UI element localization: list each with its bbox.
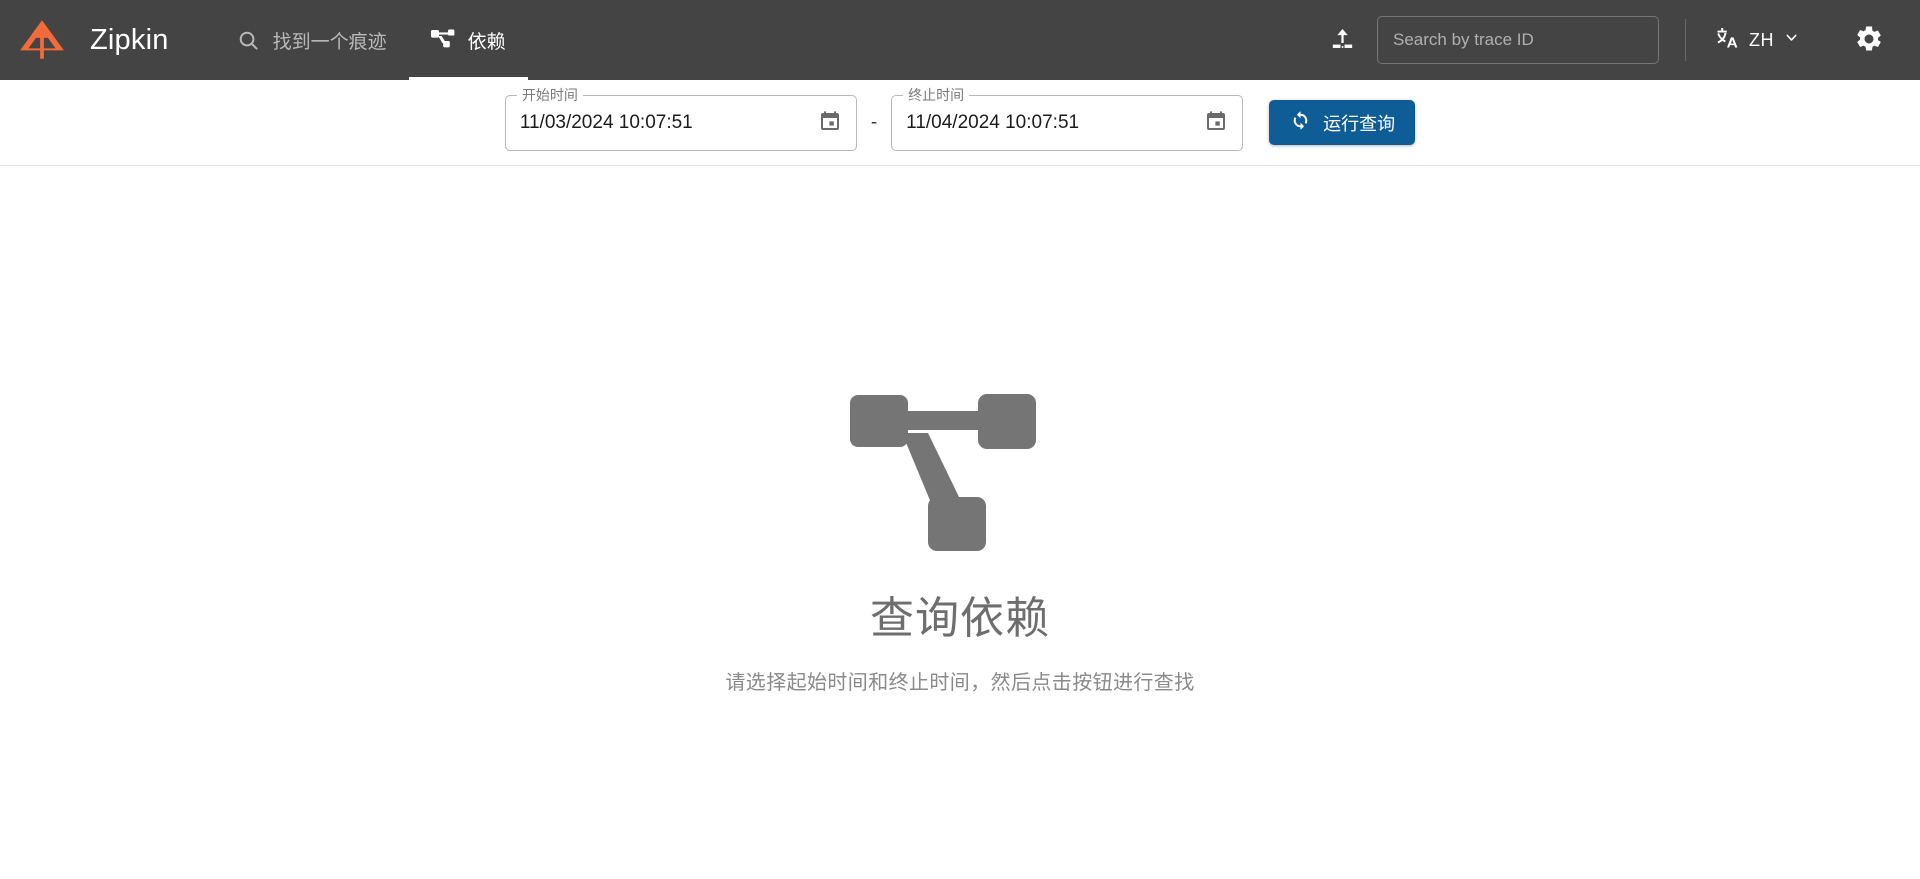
page-title: Zipkin xyxy=(90,23,169,56)
language-selector[interactable]: ZH xyxy=(1708,17,1806,64)
empty-state-subtitle: 请选择起始时间和终止时间，然后点击按钮进行查找 xyxy=(725,672,1195,694)
top-navbar: Zipkin 找到一个痕迹 依赖 Search by trace ID ZH xyxy=(0,0,1920,80)
refresh-icon xyxy=(1289,109,1312,137)
search-icon xyxy=(237,29,260,52)
trace-id-search-input[interactable] xyxy=(1377,16,1659,64)
dependency-graph-icon xyxy=(430,29,455,51)
empty-state-title: 查询依赖 xyxy=(870,594,1050,643)
end-time-calendar-button[interactable] xyxy=(1195,102,1237,144)
nav-tab-label: 依赖 xyxy=(467,31,506,53)
calendar-icon xyxy=(818,109,842,136)
zipkin-logo-icon[interactable] xyxy=(14,12,70,68)
start-time-field[interactable]: 开始时间 xyxy=(504,85,857,151)
translate-icon xyxy=(1714,25,1740,56)
upload-button[interactable] xyxy=(1313,11,1371,69)
range-separator: - xyxy=(870,111,878,133)
navbar-right-actions: ZH xyxy=(1313,11,1898,69)
start-time-input[interactable] xyxy=(504,94,857,151)
start-time-calendar-button[interactable] xyxy=(809,102,851,144)
calendar-icon xyxy=(1204,109,1228,136)
end-time-input[interactable] xyxy=(891,94,1244,151)
chevron-down-icon xyxy=(1783,29,1800,51)
nav-tab-find-a-trace[interactable]: 找到一个痕迹 xyxy=(215,0,409,80)
nav-tabs: 找到一个痕迹 依赖 xyxy=(215,0,528,80)
nav-tab-label: 找到一个痕迹 xyxy=(272,31,387,53)
run-query-label: 运行查询 xyxy=(1323,113,1396,134)
gear-icon xyxy=(1854,24,1884,57)
dependency-graph-icon xyxy=(850,391,1070,556)
dependencies-empty-state: 查询依赖 请选择起始时间和终止时间，然后点击按钮进行查找 xyxy=(0,166,1920,879)
language-code-label: ZH xyxy=(1749,29,1774,50)
run-query-button[interactable]: 运行查询 xyxy=(1269,100,1416,145)
end-time-field[interactable]: 终止时间 xyxy=(891,85,1244,151)
query-filter-bar: 开始时间 - 终止时间 xyxy=(0,80,1920,166)
nav-tab-dependencies[interactable]: 依赖 xyxy=(408,0,528,80)
upload-icon xyxy=(1329,25,1356,55)
settings-button[interactable] xyxy=(1840,11,1898,69)
navbar-divider xyxy=(1685,19,1686,61)
